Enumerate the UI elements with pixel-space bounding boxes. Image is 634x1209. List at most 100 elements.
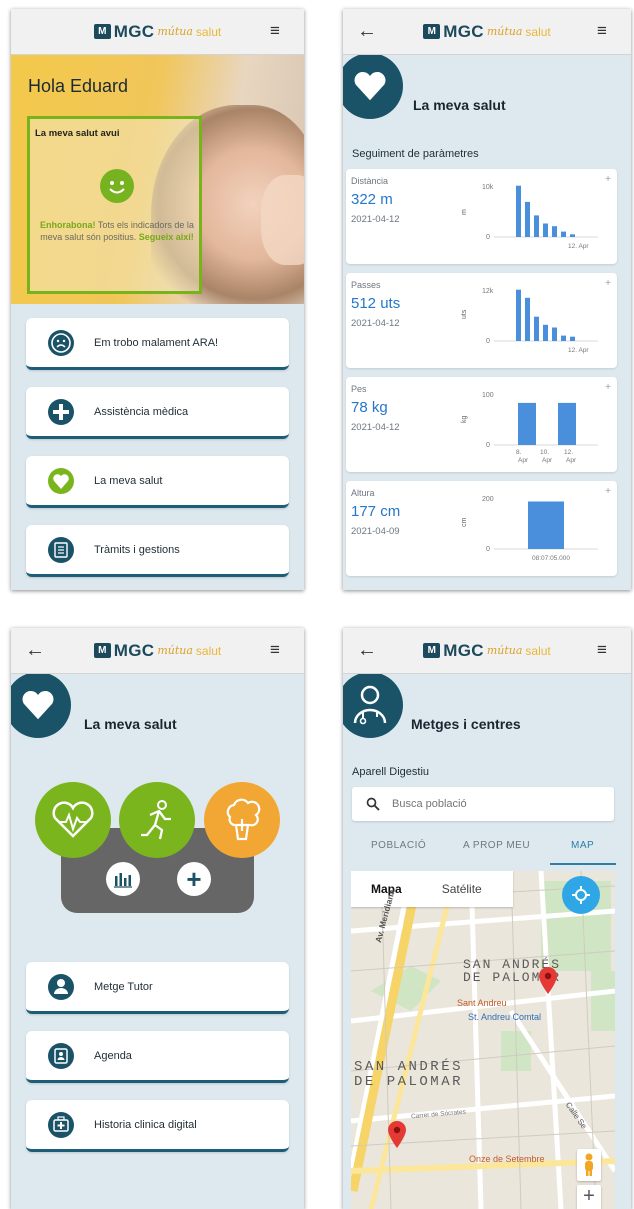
axis-max: 10k: [482, 184, 494, 191]
card-feel-bad-now[interactable]: Em trobo malament ARA!: [26, 318, 289, 370]
map-type-toggle: Mapa Satélite: [351, 871, 513, 907]
screen-doctors-centres: ← M MGC mútua salut ≡ Metges i centres A…: [343, 628, 631, 1209]
card-agenda[interactable]: Agenda: [26, 1031, 289, 1083]
map-type-satellite[interactable]: Satélite: [442, 882, 482, 896]
metric-bar: [552, 226, 557, 237]
metric-date: 2021-04-12: [351, 214, 400, 225]
search-input[interactable]: [392, 798, 592, 810]
x-tick-label: 12.: [564, 449, 573, 456]
menu-icon[interactable]: ≡: [597, 22, 613, 40]
metric-bar: [561, 231, 566, 237]
map-place-label: St. Andreu Comtal: [468, 1012, 542, 1022]
metric-card[interactable]: Altura 177 cm 2021-04-09 + cm 200 0 08:07:05.00…: [346, 481, 617, 576]
metric-value: 78 kg: [351, 399, 388, 416]
tab-map-underline: [550, 863, 616, 865]
axis-max: 100: [482, 392, 494, 399]
zoom-in-button[interactable]: +: [577, 1185, 601, 1209]
metric-date: 2021-04-12: [351, 422, 400, 433]
locate-button[interactable]: [562, 876, 600, 914]
axis-min: 0: [486, 234, 490, 241]
greeting: Hola Eduard: [28, 76, 129, 96]
metric-value: 512 uts: [351, 295, 401, 312]
map-view[interactable]: Mapa Satélite SAN ANDRÉS DE PALOMAR Sant …: [351, 871, 615, 1209]
metric-bar: [543, 324, 548, 341]
metric-bar: [570, 234, 575, 237]
stats-button[interactable]: [106, 862, 140, 896]
brand-logo: M MGC mútua salut: [423, 641, 551, 661]
expand-icon[interactable]: +: [605, 278, 611, 289]
section-subtitle: Seguiment de paràmetres: [352, 148, 479, 160]
app-header: ← M MGC mútua salut ≡: [11, 628, 304, 674]
doctor-icon: [46, 972, 76, 1002]
menu-icon[interactable]: ≡: [270, 22, 286, 40]
axis-unit: kg: [461, 416, 468, 424]
bar-chart-icon: [114, 873, 132, 888]
metric-bar: [534, 316, 539, 341]
street-view-icon[interactable]: [577, 1149, 601, 1181]
map-pin-icon[interactable]: [538, 967, 558, 995]
card-my-health[interactable]: La meva salut: [26, 456, 289, 508]
app-header: M MGC mútua salut ≡: [11, 9, 304, 55]
expand-icon[interactable]: +: [605, 174, 611, 185]
metric-bar: [570, 336, 575, 341]
running-icon: [141, 800, 171, 840]
metric-bar: [528, 501, 564, 549]
screen-my-health-menu: ← M MGC mútua salut ≡ La meva salut + Me…: [11, 628, 304, 1209]
heart-rate-button[interactable]: [35, 782, 111, 858]
sad-face-icon: [46, 328, 76, 358]
x-tick-label: 10.: [540, 449, 549, 456]
metric-bar: [558, 402, 576, 445]
metric-bar: [543, 223, 548, 237]
x-tick-label-line2: Apr: [542, 457, 553, 464]
expand-icon[interactable]: +: [605, 486, 611, 497]
back-arrow-icon[interactable]: ←: [357, 20, 377, 43]
card-medical-assistance[interactable]: Assistència mèdica: [26, 387, 289, 439]
metric-chart: kg10008.Apr10.Apr12.Apr: [461, 392, 598, 464]
brand-logo: M MGC mútua salut: [93, 641, 221, 661]
axis-min: 0: [486, 546, 490, 553]
activity-button[interactable]: [119, 782, 195, 858]
metric-name: Distància: [351, 176, 389, 186]
medical-cross-icon: [46, 397, 76, 427]
nutrition-button[interactable]: [204, 782, 280, 858]
map-pin-icon[interactable]: [387, 1121, 407, 1149]
heart-icon: [46, 466, 76, 496]
card-label: Agenda: [94, 1049, 132, 1062]
axis-max: 12k: [482, 288, 494, 295]
x-tick-label: 8.: [516, 449, 522, 456]
tab-near-me[interactable]: A PROP MEU: [463, 840, 530, 851]
x-tick-label: 08:07:05.000: [532, 555, 570, 562]
axis-unit: m: [461, 209, 468, 215]
card-label: Historia clinica digital: [94, 1118, 197, 1131]
axis-max: 200: [482, 496, 494, 503]
card-label: Assistència mèdica: [94, 405, 189, 418]
page-title: La meva salut: [84, 716, 177, 732]
hero-photo-child: [261, 175, 304, 265]
screen-health-parameters: ← M MGC mútua salut ≡ La meva salut Segu…: [343, 9, 631, 590]
doctor-avatar-icon: [343, 672, 403, 738]
card-tutor-doctor[interactable]: Metge Tutor: [26, 962, 289, 1014]
back-arrow-icon[interactable]: ←: [357, 639, 377, 662]
search-field[interactable]: [352, 787, 614, 821]
metric-card[interactable]: Distància 322 m 2021-04-12 + m 10k 0 12. Apr: [346, 169, 617, 264]
menu-icon[interactable]: ≡: [597, 641, 613, 659]
card-procedures[interactable]: Tràmits i gestions: [26, 525, 289, 577]
expand-icon[interactable]: +: [605, 382, 611, 393]
health-today-panel: La meva salut avui Enhorabona! Tots els …: [27, 116, 202, 294]
panel-title: La meva salut avui: [35, 128, 120, 139]
metric-card[interactable]: Pes 78 kg 2021-04-12 + kg 100 0 8. Apr 10. Apr 12. A…: [346, 377, 617, 472]
checklist-icon: [46, 535, 76, 565]
back-arrow-icon[interactable]: ←: [25, 639, 45, 662]
metric-bar: [534, 215, 539, 237]
menu-icon[interactable]: ≡: [270, 641, 286, 659]
card-label: Tràmits i gestions: [94, 543, 180, 556]
metric-card[interactable]: Passes 512 uts 2021-04-12 + uts 12k 0 12. Apr: [346, 273, 617, 368]
tab-population[interactable]: POBLACIÓ: [371, 840, 426, 851]
card-digital-history[interactable]: Historia clinica digital: [26, 1100, 289, 1152]
metric-bar: [516, 289, 521, 341]
x-tick-label: 12. Apr: [568, 347, 589, 354]
x-tick-label-line2: Apr: [518, 457, 529, 464]
app-header: ← M MGC mútua salut ≡: [343, 9, 631, 55]
tab-map[interactable]: MAP: [571, 840, 594, 851]
add-button[interactable]: +: [177, 862, 211, 896]
